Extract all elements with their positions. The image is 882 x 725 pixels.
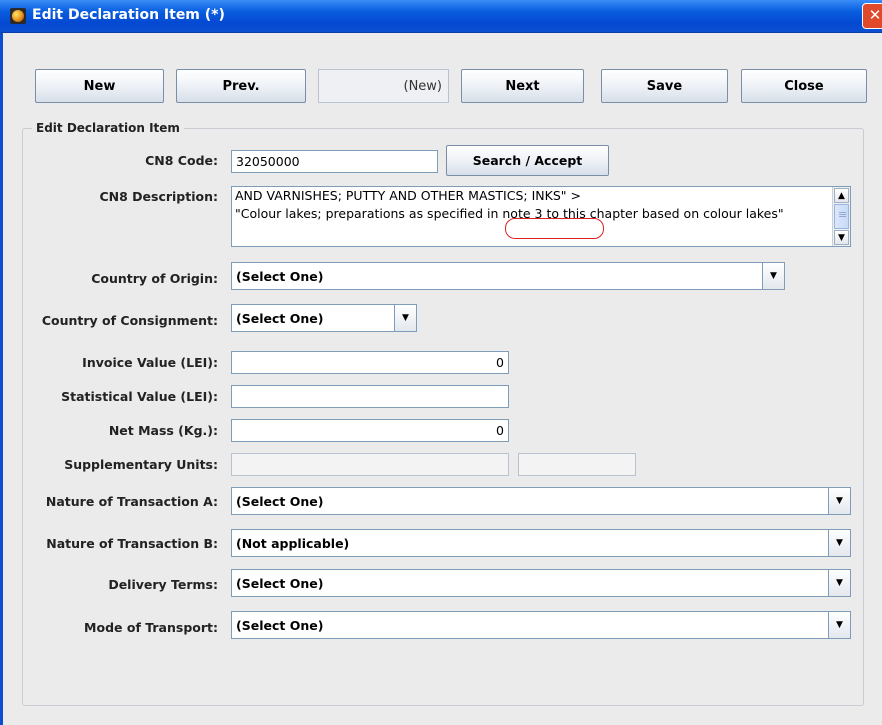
- country-of-consignment-label: Country of Consignment:: [41, 313, 218, 328]
- mode-of-transport-select[interactable]: (Select One) ▼: [231, 611, 851, 639]
- scroll-down-icon[interactable]: ▼: [834, 230, 849, 245]
- close-button[interactable]: Close: [741, 69, 867, 103]
- delivery-terms-select[interactable]: (Select One) ▼: [231, 569, 851, 597]
- window-frame-left: [0, 33, 3, 725]
- new-button[interactable]: New: [35, 69, 164, 103]
- nature-transaction-b-value: (Not applicable): [236, 535, 350, 551]
- supplementary-units-unit-field: [518, 453, 636, 476]
- chevron-down-icon[interactable]: ▼: [828, 530, 850, 556]
- chevron-down-icon[interactable]: ▼: [394, 305, 416, 331]
- country-of-consignment-value: (Select One): [236, 310, 324, 326]
- save-button[interactable]: Save: [601, 69, 728, 103]
- statistical-value-input[interactable]: [231, 385, 509, 408]
- prev-button[interactable]: Prev.: [176, 69, 306, 103]
- window-title: Edit Declaration Item (*): [32, 7, 225, 23]
- nature-transaction-a-value: (Select One): [236, 493, 324, 509]
- app-icon: [10, 8, 26, 24]
- annotation-circle: [505, 218, 604, 239]
- cn8-description-label: CN8 Description:: [99, 189, 218, 204]
- cn8-code-input[interactable]: 32050000: [231, 150, 438, 173]
- chevron-down-icon[interactable]: ▼: [762, 263, 784, 289]
- country-of-origin-value: (Select One): [236, 268, 324, 284]
- edit-declaration-window: Edit Declaration Item (*) ✕ New Prev. (N…: [0, 0, 882, 725]
- chevron-down-icon[interactable]: ▼: [828, 488, 850, 514]
- nature-transaction-a-select[interactable]: (Select One) ▼: [231, 487, 851, 515]
- group-title: Edit Declaration Item: [32, 121, 184, 135]
- chevron-down-icon[interactable]: ▼: [828, 570, 850, 596]
- scroll-up-icon[interactable]: ▲: [834, 188, 849, 203]
- country-of-origin-select[interactable]: (Select One) ▼: [231, 262, 785, 290]
- supplementary-units-label: Supplementary Units:: [64, 457, 218, 472]
- search-accept-button[interactable]: Search / Accept: [446, 145, 609, 176]
- country-of-consignment-select[interactable]: (Select One) ▼: [231, 304, 417, 332]
- delivery-terms-label: Delivery Terms:: [108, 577, 218, 592]
- scroll-thumb[interactable]: [834, 204, 849, 229]
- window-close-button[interactable]: ✕: [862, 3, 882, 29]
- net-mass-input[interactable]: 0: [231, 419, 509, 442]
- cn8-code-label: CN8 Code:: [145, 153, 218, 168]
- nature-transaction-b-select[interactable]: (Not applicable) ▼: [231, 529, 851, 557]
- net-mass-label: Net Mass (Kg.):: [108, 423, 218, 438]
- description-scrollbar[interactable]: ▲ ▼: [832, 187, 850, 246]
- invoice-value-label: Invoice Value (LEI):: [82, 355, 218, 370]
- country-of-origin-label: Country of Origin:: [91, 271, 218, 286]
- statistical-value-label: Statistical Value (LEI):: [61, 389, 218, 404]
- nature-transaction-a-label: Nature of Transaction A:: [45, 494, 218, 509]
- chevron-down-icon[interactable]: ▼: [828, 612, 850, 638]
- nature-transaction-b-label: Nature of Transaction B:: [46, 536, 218, 551]
- delivery-terms-value: (Select One): [236, 575, 324, 591]
- invoice-value-input[interactable]: 0: [231, 351, 509, 374]
- next-button[interactable]: Next: [461, 69, 584, 103]
- title-bar[interactable]: Edit Declaration Item (*) ✕: [0, 0, 882, 33]
- record-status-field: (New): [318, 69, 449, 103]
- mode-of-transport-value: (Select One): [236, 617, 324, 633]
- mode-of-transport-label: Mode of Transport:: [84, 620, 218, 635]
- supplementary-units-input: [231, 453, 509, 476]
